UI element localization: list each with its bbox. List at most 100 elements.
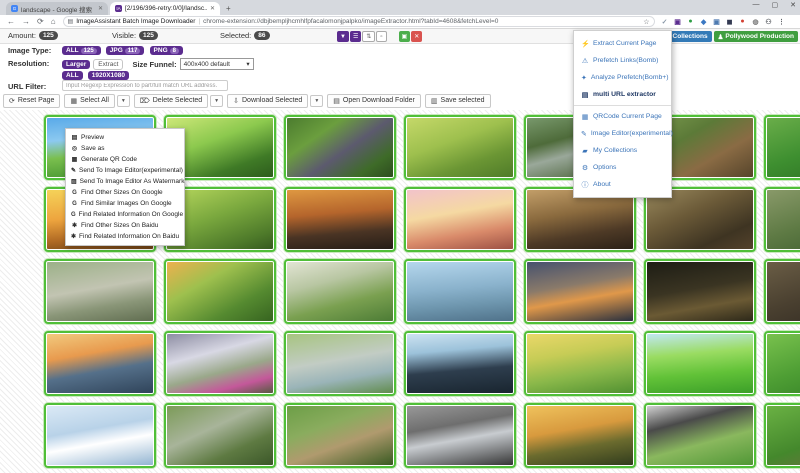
open-download-folder-button[interactable]: ▤ Open Download Folder — [327, 94, 421, 108]
bookmark-star-icon[interactable]: ☆ — [643, 18, 649, 26]
menu-item-related-google[interactable]: G Find Related Information On Google — [66, 209, 184, 220]
address-bar[interactable]: ▤ ImageAssistant Batch Image Downloader … — [63, 16, 655, 27]
dropdown-prefetch-links[interactable]: ⚠ Prefetch Links(Bomb) — [574, 52, 671, 69]
tab-image-extractor[interactable]: IA [2/196/396-retry:0/0]/landsc... ✕ — [110, 2, 220, 15]
home-icon[interactable]: ⌂ — [51, 17, 56, 26]
window-minimize-button[interactable]: — — [753, 1, 760, 9]
reload-icon[interactable]: ⟳ — [37, 17, 44, 26]
image-thumbnail[interactable] — [284, 259, 396, 324]
forward-icon[interactable]: → — [22, 17, 30, 26]
download-icon: ⇩ — [233, 97, 239, 105]
menu-item-generate-qr[interactable]: ▦ Generate QR Code — [66, 154, 184, 165]
dropdown-multi-url-extractor[interactable]: ▤ multi URL extractor — [574, 86, 671, 103]
image-thumbnail[interactable] — [764, 187, 800, 252]
delete-selected-button[interactable]: ⌦ Delete Selected — [134, 94, 208, 108]
funnel-icon[interactable]: ▼ — [337, 31, 349, 42]
blue-diamond-icon[interactable]: ◆ — [700, 18, 708, 26]
back-icon[interactable]: ← — [7, 17, 15, 26]
image-thumbnail[interactable] — [164, 331, 276, 396]
size-funnel-select[interactable]: 400x400 default ▾ — [180, 58, 254, 70]
menu-item-other-sizes-baidu[interactable]: ✱ Find Other Sizes On Baidu — [66, 220, 184, 231]
image-thumbnail[interactable] — [764, 331, 800, 396]
clear-selection-button[interactable]: ✕ — [411, 31, 422, 42]
tab-close-icon[interactable]: ✕ — [210, 5, 215, 12]
extension-page-icon: ▤ — [68, 18, 74, 25]
save-selected-button[interactable]: ▥ Save selected — [425, 94, 491, 108]
image-thumbnail[interactable] — [164, 259, 276, 324]
new-tab-button[interactable]: + — [226, 4, 231, 13]
image-thumbnail[interactable] — [524, 403, 636, 468]
dropdown-options[interactable]: ⚙ Options — [574, 159, 671, 176]
image-thumbnail[interactable] — [44, 331, 156, 396]
image-thumbnail[interactable] — [764, 259, 800, 324]
dropdown-my-collections[interactable]: ▰ My Collections — [574, 142, 671, 159]
dropdown-about[interactable]: ⓘ About — [574, 176, 671, 193]
select-all-button[interactable]: ▦ Select All — [64, 94, 114, 108]
red-circle-icon[interactable]: ● — [739, 18, 747, 25]
resolution-1920x1080-button[interactable]: 1920X1080 — [88, 71, 129, 80]
dark-square-icon[interactable]: ◼ — [726, 18, 734, 26]
select-all-caret-icon[interactable]: ▼ — [117, 95, 130, 107]
resolution-extract-button[interactable]: Extract — [93, 59, 123, 70]
gray-circle-icon[interactable]: ◍ — [752, 18, 760, 26]
dropdown-extract-current-page[interactable]: ⚡ Extract Current Page — [574, 35, 671, 52]
blue-square-icon[interactable]: ▣ — [713, 18, 721, 26]
image-thumbnail[interactable] — [524, 259, 636, 324]
window-maximize-button[interactable]: ▢ — [772, 1, 779, 9]
menu-item-similar-google[interactable]: G Find Similar Images On Google — [66, 198, 184, 209]
menu-item-send-watermark[interactable]: ▨ Send To Image Editor As Watermark — [66, 176, 184, 187]
image-thumbnail[interactable] — [644, 331, 756, 396]
check-icon[interactable]: ✓ — [661, 18, 669, 26]
image-thumbnail[interactable] — [404, 331, 516, 396]
menu-item-label: Find Related Information On Google — [79, 211, 183, 218]
confirm-selection-button[interactable]: ▣ — [399, 31, 411, 42]
green-dot-icon[interactable]: ● — [687, 18, 695, 25]
image-thumbnail[interactable] — [284, 115, 396, 180]
download-selected-button[interactable]: ⇩ Download Selected — [227, 94, 308, 108]
resolution-larger-button[interactable]: Larger — [62, 60, 90, 69]
delete-caret-icon[interactable]: ▼ — [210, 95, 223, 107]
image-thumbnail[interactable] — [644, 403, 756, 468]
production-button[interactable]: ♟ Pollywood Production — [714, 31, 798, 42]
image-thumbnail[interactable] — [764, 115, 800, 180]
image-thumbnail[interactable] — [524, 331, 636, 396]
window-close-button[interactable]: ✕ — [790, 1, 796, 9]
dropdown-image-editor[interactable]: ✎ Image Editor(experimental) — [574, 125, 671, 142]
resolution-all-button[interactable]: ALL — [62, 71, 83, 80]
thumbnail-size-icon[interactable]: ▫ — [376, 31, 386, 42]
image-thumbnail[interactable] — [284, 403, 396, 468]
menu-item-save-as[interactable]: ◎ Save as — [66, 143, 184, 154]
dropdown-analyze-prefetch[interactable]: ✦ Analyze Prefetch(Bomb+) — [574, 69, 671, 86]
menu-item-other-sizes-google[interactable]: G Find Other Sizes On Google — [66, 187, 184, 198]
menu-item-label: Find Similar Images On Google — [81, 200, 172, 207]
filter-type-all[interactable]: ALL 125 — [62, 46, 101, 55]
filter-type-png[interactable]: PNG 8 — [150, 46, 183, 55]
sort-order-icon[interactable]: ⇅ — [362, 31, 375, 42]
image-thumbnail[interactable] — [404, 115, 516, 180]
menu-item-related-baidu[interactable]: ✱ Find Related Information On Baidu — [66, 231, 184, 242]
download-caret-icon[interactable]: ▼ — [310, 95, 323, 107]
image-thumbnail[interactable] — [644, 259, 756, 324]
image-thumbnail[interactable] — [764, 403, 800, 468]
image-thumbnail[interactable] — [284, 331, 396, 396]
tab-google-search[interactable]: G landscape - Google 搜索 ✕ — [6, 2, 108, 15]
image-thumbnail[interactable] — [284, 187, 396, 252]
image-thumbnail[interactable] — [404, 187, 516, 252]
image-thumbnail[interactable] — [404, 259, 516, 324]
list-view-icon[interactable]: ☰ — [350, 31, 361, 42]
tab-title: [2/196/396-retry:0/0]/landsc... — [125, 5, 207, 12]
image-thumbnail[interactable] — [404, 403, 516, 468]
menu-item-send-editor[interactable]: ✎ Send To Image Editor(experimental) — [66, 165, 184, 176]
tab-close-icon[interactable]: ✕ — [98, 5, 103, 12]
menu-dots-icon[interactable]: ⋮ — [778, 18, 786, 26]
image-thumbnail[interactable] — [44, 259, 156, 324]
image-thumbnail[interactable] — [164, 403, 276, 468]
filter-type-jpg[interactable]: JPG 117 — [106, 46, 145, 55]
imageassistant-icon[interactable]: ▣ — [674, 18, 682, 26]
profile-icon[interactable]: ⚇ — [765, 18, 773, 26]
url-filter-input[interactable] — [62, 80, 228, 91]
reset-page-button[interactable]: ⟳ Reset Page — [3, 94, 60, 108]
menu-item-preview[interactable]: ▤ Preview — [66, 132, 184, 143]
dropdown-qrcode-current-page[interactable]: ▦ QRCode Current Page — [574, 108, 671, 125]
image-thumbnail[interactable] — [44, 403, 156, 468]
